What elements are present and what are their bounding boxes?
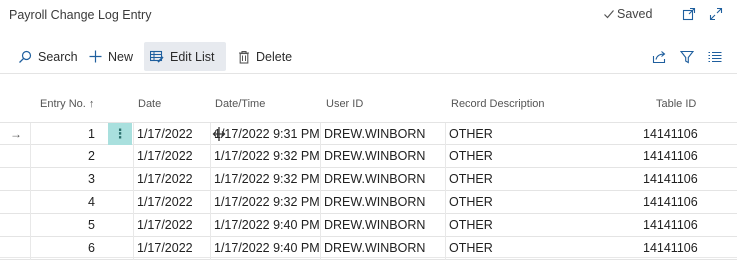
cell-entry-no[interactable]: 1: [88, 127, 95, 141]
cell-table-id[interactable]: 14141106: [643, 172, 698, 186]
cell-table-id[interactable]: 14141106: [643, 127, 698, 141]
cell-date[interactable]: 1/17/2022: [137, 218, 193, 232]
cell-record-description[interactable]: OTHER: [449, 195, 493, 209]
kebab-menu-icon[interactable]: ⋮: [108, 123, 132, 145]
cell-datetime[interactable]: 1/17/2022 9:32 PM: [214, 195, 320, 209]
cell-table-id[interactable]: 14141106: [643, 195, 698, 209]
table-header: Entry No. ↑ Date Date/Time User ID Recor…: [0, 98, 737, 122]
table-row[interactable]: → 1 ⋮ 1/17/2022 1/17/2022 9:31 PM DREW.W…: [0, 122, 737, 146]
cell-date[interactable]: 1/17/2022: [137, 127, 193, 141]
delete-label: Delete: [256, 49, 293, 64]
column-header-datetime[interactable]: Date/Time: [215, 98, 265, 110]
cell-entry-no[interactable]: 4: [88, 195, 95, 209]
cell-record-description[interactable]: OTHER: [449, 149, 493, 163]
list-view-icon[interactable]: [706, 48, 724, 66]
cell-user-id[interactable]: DREW.WINBORN: [324, 172, 425, 186]
cell-date[interactable]: 1/17/2022: [137, 149, 193, 163]
cell-date[interactable]: 1/17/2022: [137, 195, 193, 209]
saved-label: Saved: [617, 7, 653, 21]
cell-datetime[interactable]: 1/17/2022 9:32 PM: [214, 149, 320, 163]
cell-entry-no[interactable]: 2: [88, 149, 95, 163]
delete-button[interactable]: Delete: [232, 42, 298, 71]
filter-icon[interactable]: [678, 48, 696, 66]
cell-user-id[interactable]: DREW.WINBORN: [324, 241, 425, 255]
plus-icon: [89, 50, 102, 63]
cell-entry-no[interactable]: 3: [88, 172, 95, 186]
cell-table-id[interactable]: 14141106: [643, 218, 698, 232]
resize-cursor-icon: [212, 127, 226, 141]
search-label: Search: [38, 49, 78, 64]
cell-date[interactable]: 1/17/2022: [137, 241, 193, 255]
table-row[interactable]: 5 1/17/2022 1/17/2022 9:40 PM DREW.WINBO…: [0, 214, 737, 237]
cell-record-description[interactable]: OTHER: [449, 218, 493, 232]
column-header-user-id[interactable]: User ID: [326, 98, 363, 110]
cell-datetime[interactable]: 1/17/2022 9:32 PM: [214, 172, 320, 186]
selected-row-arrow-icon: →: [10, 127, 22, 141]
cell-user-id[interactable]: DREW.WINBORN: [324, 195, 425, 209]
column-header-entry-no[interactable]: Entry No. ↑: [40, 98, 94, 110]
table-row[interactable]: 4 1/17/2022 1/17/2022 9:32 PM DREW.WINBO…: [0, 191, 737, 214]
saved-status: Saved: [603, 7, 652, 21]
action-bar: Search New Edit List Delete: [0, 38, 737, 74]
cell-datetime[interactable]: 1/17/2022 9:31 PM: [214, 127, 320, 141]
checkmark-icon: [604, 10, 614, 19]
cell-record-description[interactable]: OTHER: [449, 127, 493, 141]
edit-list-button[interactable]: Edit List: [144, 42, 226, 71]
cell-record-description[interactable]: OTHER: [449, 172, 493, 186]
table-row[interactable]: 3 1/17/2022 1/17/2022 9:32 PM DREW.WINBO…: [0, 168, 737, 191]
cell-user-id[interactable]: DREW.WINBORN: [324, 127, 425, 141]
share-icon[interactable]: [650, 48, 668, 66]
cell-entry-no[interactable]: 5: [88, 218, 95, 232]
table-row[interactable]: 2 1/17/2022 1/17/2022 9:32 PM DREW.WINBO…: [0, 145, 737, 168]
column-header-record-description[interactable]: Record Description: [451, 98, 545, 110]
column-header-date[interactable]: Date: [138, 98, 161, 110]
cell-entry-no[interactable]: 6: [88, 241, 95, 255]
new-button[interactable]: New: [83, 42, 139, 71]
cell-table-id[interactable]: 14141106: [643, 149, 698, 163]
search-button[interactable]: Search: [12, 42, 84, 71]
table-bottom-divider: [0, 257, 737, 258]
expand-icon[interactable]: [707, 5, 725, 23]
page-title: Payroll Change Log Entry: [9, 8, 152, 22]
search-icon: [19, 50, 32, 63]
cell-datetime[interactable]: 1/17/2022 9:40 PM: [214, 218, 320, 232]
cell-user-id[interactable]: DREW.WINBORN: [324, 149, 425, 163]
edit-list-icon: [150, 50, 164, 63]
cell-record-description[interactable]: OTHER: [449, 241, 493, 255]
title-bar: Payroll Change Log Entry Saved: [0, 0, 737, 30]
trash-icon: [239, 50, 249, 64]
cell-user-id[interactable]: DREW.WINBORN: [324, 218, 425, 232]
cell-datetime[interactable]: 1/17/2022 9:40 PM: [214, 241, 320, 255]
cell-date[interactable]: 1/17/2022: [137, 172, 193, 186]
column-header-table-id[interactable]: Table ID: [656, 98, 696, 110]
cell-table-id[interactable]: 14141106: [643, 241, 698, 255]
open-in-new-window-icon[interactable]: [680, 5, 698, 23]
new-label: New: [108, 49, 134, 64]
edit-list-label: Edit List: [170, 49, 215, 64]
